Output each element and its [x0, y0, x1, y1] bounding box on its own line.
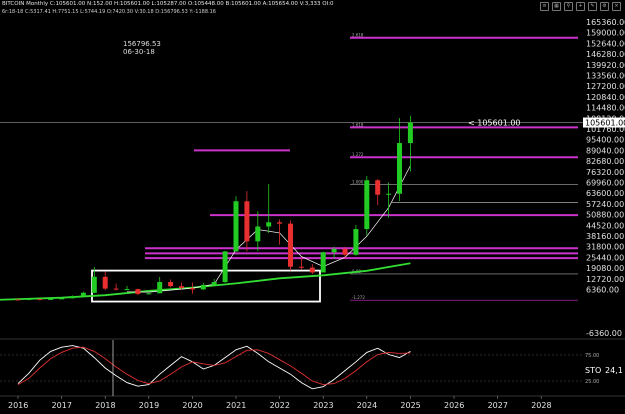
candle-body: [189, 288, 195, 290]
price-tick-label: 139920.00: [586, 61, 625, 70]
time-tick-label: 2017: [52, 401, 72, 410]
price-tick-label: 165360.00: [586, 18, 625, 27]
candle-body: [353, 229, 359, 255]
candle-body: [135, 289, 141, 294]
stoch-value: 24,1: [605, 366, 623, 375]
fib-level-label: 1.272: [352, 152, 364, 157]
price-tick-label: 114480.00: [586, 104, 625, 113]
candle-body: [320, 252, 326, 273]
price-tick-label: 133560.00: [586, 72, 625, 81]
candle-body: [386, 193, 392, 195]
price-tick-label: 6360.00: [586, 286, 619, 295]
time-tick-label: 2020: [182, 401, 202, 410]
fib-level-label: -1.272: [352, 295, 365, 300]
candle-body: [124, 289, 130, 291]
ma-long-line: [0, 262, 411, 301]
candle-body: [146, 293, 152, 295]
candle-body: [364, 180, 370, 230]
price-tick-label: 25440.00: [586, 253, 624, 262]
price-tick-label: 89040.00: [586, 146, 624, 155]
candle-body: [91, 276, 97, 293]
time-tick-label: 2019: [139, 401, 159, 410]
chart-window: BITCOIN Monthly C:105601.00 N:152.00 H:1…: [0, 0, 625, 414]
price-tick-label: 31800.00: [586, 243, 624, 252]
price-tick-label: 38160.00: [586, 232, 624, 241]
candle-body: [59, 298, 65, 300]
time-tick-label: 2022: [270, 401, 290, 410]
candle-body: [397, 143, 402, 194]
price-tick-label: 120840.00: [586, 93, 625, 102]
candle-body: [168, 282, 174, 287]
candle-body: [266, 222, 272, 227]
price-tick-label: 50880.00: [586, 211, 624, 220]
price-tick-label: 127200.00: [586, 82, 625, 91]
candle-body: [331, 248, 337, 253]
price-tick-label: 159000.00: [586, 29, 625, 38]
candle-body: [255, 226, 261, 242]
candle-body: [222, 251, 228, 283]
price-tick-label: 12720.00: [586, 275, 624, 284]
price-callout: < 105601.00: [468, 119, 521, 128]
candle-body: [298, 266, 304, 268]
candle-body: [113, 288, 119, 290]
chart-canvas[interactable]: 165360.00 159000.00152640.00 146280.00 1399…: [0, 0, 625, 414]
time-tick-label: 2023: [313, 401, 333, 410]
price-tick-label: 152640.00: [586, 39, 625, 48]
candle-body: [233, 201, 239, 252]
candle-body: [80, 292, 86, 296]
price-tick-label: 44520.00: [586, 221, 624, 230]
time-tick-label: 2025: [400, 401, 420, 410]
price-tick-label: 146280.00: [586, 50, 625, 59]
time-tick-label: 2027: [488, 401, 508, 410]
price-tick-label: 57240.00: [586, 200, 624, 209]
fib-level-label: 2.618: [352, 33, 364, 38]
time-tick-label: 2026: [444, 401, 464, 410]
candle-body: [15, 299, 21, 301]
price-tick-label: 69960.00: [586, 179, 624, 188]
candle-body: [407, 122, 413, 144]
candle-body: [211, 282, 217, 285]
stoch-label: STO: [585, 366, 601, 375]
price-tick-label: 82680.00: [586, 157, 624, 166]
candle-body: [288, 223, 293, 267]
time-tick-label: 2018: [95, 401, 115, 410]
last-price-label: 105601.00: [585, 119, 625, 128]
price-tick-label: 95400.00: [586, 136, 624, 145]
fib-level-label: 1.618: [352, 122, 364, 127]
candle-body: [179, 286, 184, 289]
candle-body: [244, 201, 250, 242]
time-tick-label: 2016: [8, 401, 28, 410]
candle-body: [157, 282, 163, 294]
stoch-level-label: 75.00: [585, 353, 599, 359]
time-tick-label: 2024: [357, 401, 377, 410]
candle-body: [342, 248, 348, 255]
stoch-level-label: 25.00: [585, 379, 599, 385]
price-tick-label: 76320.00: [586, 168, 624, 177]
candle-body: [309, 267, 315, 273]
candle-body: [48, 298, 54, 300]
price-tick-label: 19080.00: [586, 264, 624, 273]
price-tick-label: -6360.00: [586, 329, 622, 338]
candle-body: [277, 222, 283, 224]
candle-body: [37, 299, 43, 301]
candle-body: [200, 284, 206, 290]
time-tick-label: 2028: [531, 401, 551, 410]
candle-body: [102, 276, 108, 289]
candle-body: [70, 295, 75, 299]
candle-body: [26, 299, 32, 301]
fib-level-label: 1.000: [352, 179, 364, 184]
candle-body: [375, 180, 381, 195]
price-tick-label: 63600.00: [586, 189, 624, 198]
time-tick-label: 2021: [226, 401, 246, 410]
stoch-line: [17, 345, 411, 390]
stoch-line: [17, 346, 411, 386]
